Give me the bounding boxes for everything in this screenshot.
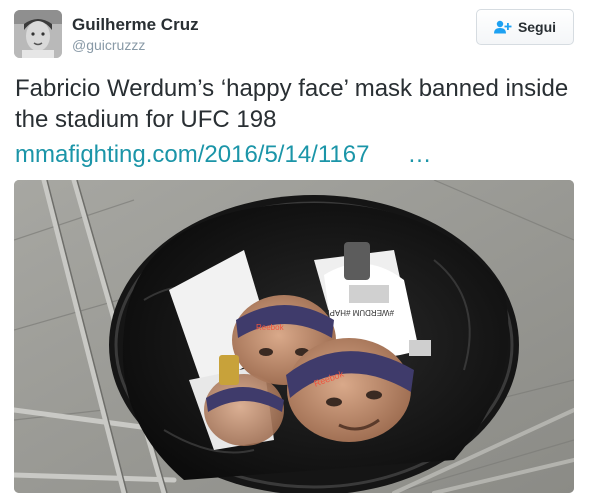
tweet-link[interactable]: mmafighting.com/2016/5/14/1167 … bbox=[15, 139, 575, 170]
follow-button[interactable]: Segui bbox=[476, 9, 574, 45]
user-avatar-icon bbox=[14, 10, 62, 58]
avatar[interactable] bbox=[14, 10, 62, 58]
mask-headband-label: Reebok bbox=[256, 323, 285, 332]
add-user-icon bbox=[493, 20, 512, 34]
follow-button-label: Segui bbox=[517, 19, 557, 35]
author-name[interactable]: Guilherme Cruz bbox=[72, 15, 199, 35]
tweet-link-ellipsis[interactable]: … bbox=[407, 141, 431, 168]
tweet-link-url[interactable]: mmafighting.com/2016/5/14/1167 bbox=[15, 141, 369, 168]
tweet-photo[interactable]: #WERDUM #HAPPYFACE Reebok Reebok bbox=[14, 180, 574, 493]
author-handle[interactable]: @guicruzzz bbox=[72, 37, 145, 53]
tweet-text: Fabricio Werdum’s ‘happy face’ mask bann… bbox=[15, 75, 569, 133]
trash-bin-photo: #WERDUM #HAPPYFACE Reebok Reebok bbox=[14, 180, 574, 493]
tweet-card: Guilherme Cruz @guicruzzz Segui Fabricio… bbox=[0, 0, 592, 501]
